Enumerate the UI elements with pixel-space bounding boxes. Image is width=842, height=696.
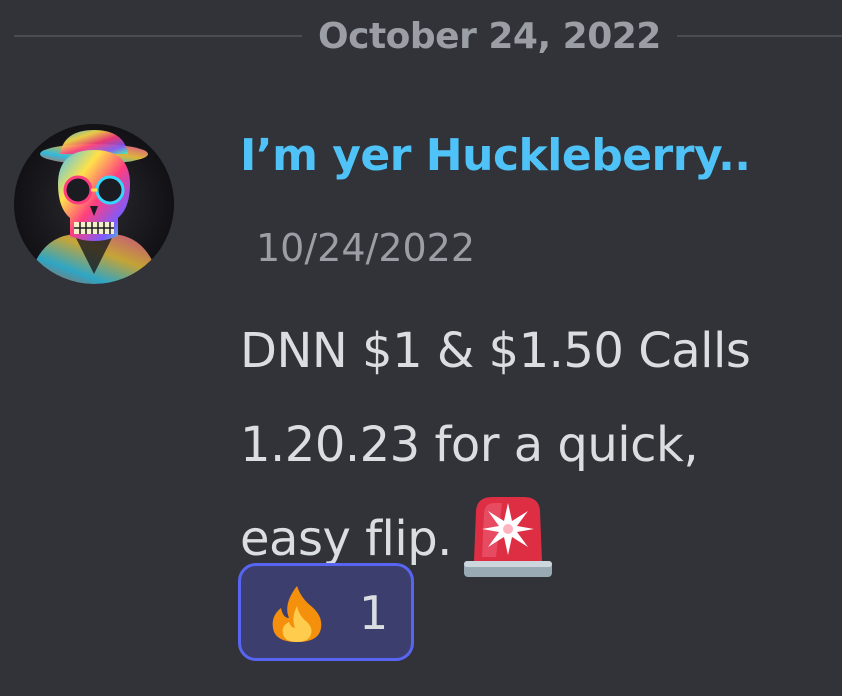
divider-line-right bbox=[676, 35, 842, 37]
chat-message-view: October 24, 2022 I’m yer Huckleberry.. 1… bbox=[0, 0, 842, 696]
message-line: easy flip. bbox=[240, 511, 452, 567]
message-line: 1.20.23 for a quick, bbox=[240, 417, 699, 473]
message-timestamp: 10/24/2022 bbox=[256, 226, 476, 270]
message-body: DNN $1 & $1.50 Calls 1.20.23 for a quick… bbox=[240, 304, 830, 587]
skull-avatar-icon bbox=[14, 124, 174, 284]
rotating-light-icon bbox=[463, 497, 552, 577]
fire-icon bbox=[272, 586, 322, 642]
message-line: DNN $1 & $1.50 Calls bbox=[240, 323, 751, 379]
date-divider-label: October 24, 2022 bbox=[318, 15, 661, 57]
divider-line-left bbox=[14, 35, 302, 37]
reaction-count: 1 bbox=[359, 586, 389, 640]
username[interactable]: I’m yer Huckleberry.. bbox=[240, 130, 751, 181]
reaction-fire[interactable]: 1 bbox=[238, 563, 414, 661]
avatar[interactable] bbox=[14, 124, 174, 284]
date-divider: October 24, 2022 bbox=[14, 14, 842, 58]
